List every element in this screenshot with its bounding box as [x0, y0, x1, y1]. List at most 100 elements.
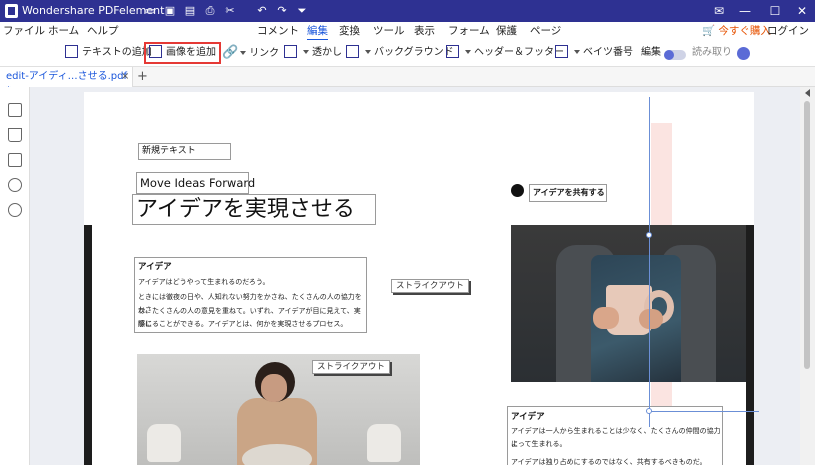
add-text-label: テキストの追加 — [82, 47, 152, 58]
lightbulb-icon — [511, 184, 524, 197]
cut-icon[interactable]: ✂ — [223, 4, 237, 18]
headline-text[interactable]: アイデアを実現させる — [132, 194, 376, 225]
link-dropdown-icon — [240, 51, 247, 55]
toggle-knob — [664, 50, 674, 60]
document-tab-bar: edit-アイディ…させる.pdf * × + — [0, 67, 815, 96]
link-icon: 🔗 — [222, 45, 239, 60]
photo-hand-left — [593, 307, 619, 329]
share-idea-label[interactable]: アイデアを共有する — [529, 184, 607, 202]
header-footer-dropdown-icon — [465, 50, 471, 54]
right-paragraph-heading: アイデア — [511, 412, 545, 422]
buy-now-label: 今すぐ購入 — [718, 25, 771, 37]
menu-help[interactable]: ヘルプ — [87, 24, 119, 38]
bookmark-icon[interactable] — [8, 128, 22, 142]
edit-mode-label: 編集 — [641, 47, 661, 58]
add-image-label: 画像を追加 — [166, 47, 216, 58]
collapse-panel-icon[interactable] — [805, 89, 810, 97]
right-paragraph-box[interactable]: アイデア アイデアは一人から生まれることは少なく、たくさんの仲間の協力に よって… — [507, 406, 723, 465]
redo-icon[interactable]: ↷ — [275, 4, 289, 18]
photo-potter-face — [261, 374, 287, 402]
save-icon[interactable]: ▣ — [163, 4, 177, 18]
left-paragraph-line: アイデアはどうやって生まれるのだろう。 — [138, 278, 270, 286]
menu-file[interactable]: ファイル — [3, 24, 45, 38]
background-icon — [346, 44, 359, 58]
read-only-label: 読み取り — [692, 47, 732, 58]
menu-tools[interactable]: ツール — [373, 24, 405, 38]
buy-now-link[interactable]: 🛒 今すぐ購入 — [702, 24, 771, 38]
selection-guide-vertical — [649, 97, 650, 427]
left-paragraph-line: 感じることができる。アイデアとは、何かを実現させるプロセス。 — [138, 320, 348, 328]
thumbnails-icon[interactable] — [8, 103, 22, 117]
bates-icon — [555, 44, 568, 58]
strikeout-annotation[interactable]: ストライクアウト — [391, 279, 469, 293]
watermark-button[interactable]: 透かし — [284, 43, 342, 63]
bates-number-button[interactable]: ベイツ番号 — [555, 43, 633, 63]
menu-home[interactable]: ホーム — [48, 24, 79, 38]
add-text-button[interactable]: テキストの追加 — [65, 43, 152, 63]
menu-protect[interactable]: 保護 — [496, 24, 517, 38]
photo-bowl-left — [147, 424, 181, 462]
search-icon[interactable] — [8, 203, 22, 217]
scrollbar-thumb[interactable] — [804, 101, 810, 369]
left-paragraph-heading: アイデア — [138, 262, 172, 272]
watermark-icon — [284, 44, 297, 58]
menu-convert[interactable]: 変換 — [339, 24, 360, 38]
left-paragraph-box[interactable]: アイデア アイデアはどうやって生まれるのだろう。 ときには徹夜の日や、人知れない… — [134, 257, 367, 333]
login-link[interactable]: ログイン — [767, 24, 809, 38]
attachment-icon[interactable] — [8, 178, 22, 192]
watermark-dropdown-icon — [303, 50, 309, 54]
photo-bowl-right — [367, 424, 401, 462]
left-sidebar — [0, 87, 30, 465]
header-footer-button[interactable]: ヘッダー＆フッター — [446, 43, 564, 63]
link-button[interactable]: 🔗 リンク — [222, 43, 279, 63]
strikeout-annotation[interactable]: ストライクアウト — [312, 360, 390, 374]
feedback-icon[interactable]: ✉ — [706, 0, 732, 22]
menu-form[interactable]: フォーム — [448, 24, 490, 38]
photo-woman-with-cup[interactable] — [511, 225, 746, 382]
header-footer-icon — [446, 44, 459, 58]
add-image-button[interactable]: 画像を追加 — [144, 42, 221, 64]
open-folder-icon[interactable]: ▭ — [143, 4, 157, 18]
selection-guide-horizontal — [649, 411, 759, 412]
right-paragraph-line: アイデアは独り占めにするのではなく、共有するべきものだ。 — [511, 458, 707, 465]
watermark-label: 透かし — [312, 47, 342, 58]
move-ideas-text[interactable]: Move Ideas Forward — [136, 172, 255, 194]
menu-page[interactable]: ページ — [530, 24, 561, 38]
pdf-page[interactable]: 新規テキスト Move Ideas Forward アイデアを実現させる アイデ… — [84, 92, 759, 465]
header-footer-label: ヘッダー＆フッター — [474, 47, 564, 58]
document-canvas[interactable]: 新規テキスト Move Ideas Forward アイデアを実現させる アイデ… — [30, 87, 800, 465]
edit-mode-toggle[interactable] — [664, 50, 686, 60]
minimize-button[interactable]: — — [732, 0, 758, 22]
menu-edit[interactable]: 編集 — [307, 24, 328, 41]
bates-dropdown-icon — [574, 50, 580, 54]
text-icon — [65, 44, 78, 58]
right-dark-band — [746, 225, 754, 465]
close-tab-icon[interactable]: × — [121, 70, 129, 84]
close-button[interactable]: ✕ — [789, 0, 815, 22]
menu-view[interactable]: 表示 — [414, 24, 435, 38]
photo-hand-right — [639, 309, 663, 329]
vertical-scrollbar[interactable] — [800, 87, 815, 465]
background-dropdown-icon — [365, 50, 371, 54]
right-paragraph-line: よって生まれる。 — [511, 440, 567, 448]
undo-icon[interactable]: ↶ — [255, 4, 269, 18]
new-text-box[interactable]: 新規テキスト — [138, 143, 231, 160]
document-tab[interactable]: edit-アイディ…させる.pdf * × — [0, 67, 133, 96]
document-icon[interactable]: ▤ — [183, 4, 197, 18]
background-button[interactable]: バックグラウンド — [346, 43, 454, 63]
comment-icon[interactable] — [8, 153, 22, 167]
settings-gear-icon[interactable] — [737, 47, 750, 60]
app-logo-icon — [5, 4, 18, 18]
menu-comment[interactable]: コメント — [257, 24, 299, 38]
left-dark-band — [84, 225, 92, 465]
print-icon[interactable]: ⎙ — [203, 4, 217, 18]
resize-handle[interactable] — [646, 408, 652, 414]
bates-label: ベイツ番号 — [583, 47, 633, 58]
maximize-button[interactable]: ☐ — [762, 0, 788, 22]
edit-toolbar: テキストの追加 画像を追加 🔗 リンク 透かし バックグラウンド ヘッダー＆フッタ… — [0, 40, 815, 100]
link-label: リンク — [249, 48, 280, 59]
title-bar: Wondershare PDFelement ▭ ▣ ▤ ⎙ ✂ ↶ ↷ ⏷ ✉… — [0, 0, 815, 22]
customize-dropdown-icon[interactable]: ⏷ — [295, 4, 309, 18]
resize-handle[interactable] — [646, 232, 652, 238]
new-tab-button[interactable]: + — [137, 69, 148, 85]
